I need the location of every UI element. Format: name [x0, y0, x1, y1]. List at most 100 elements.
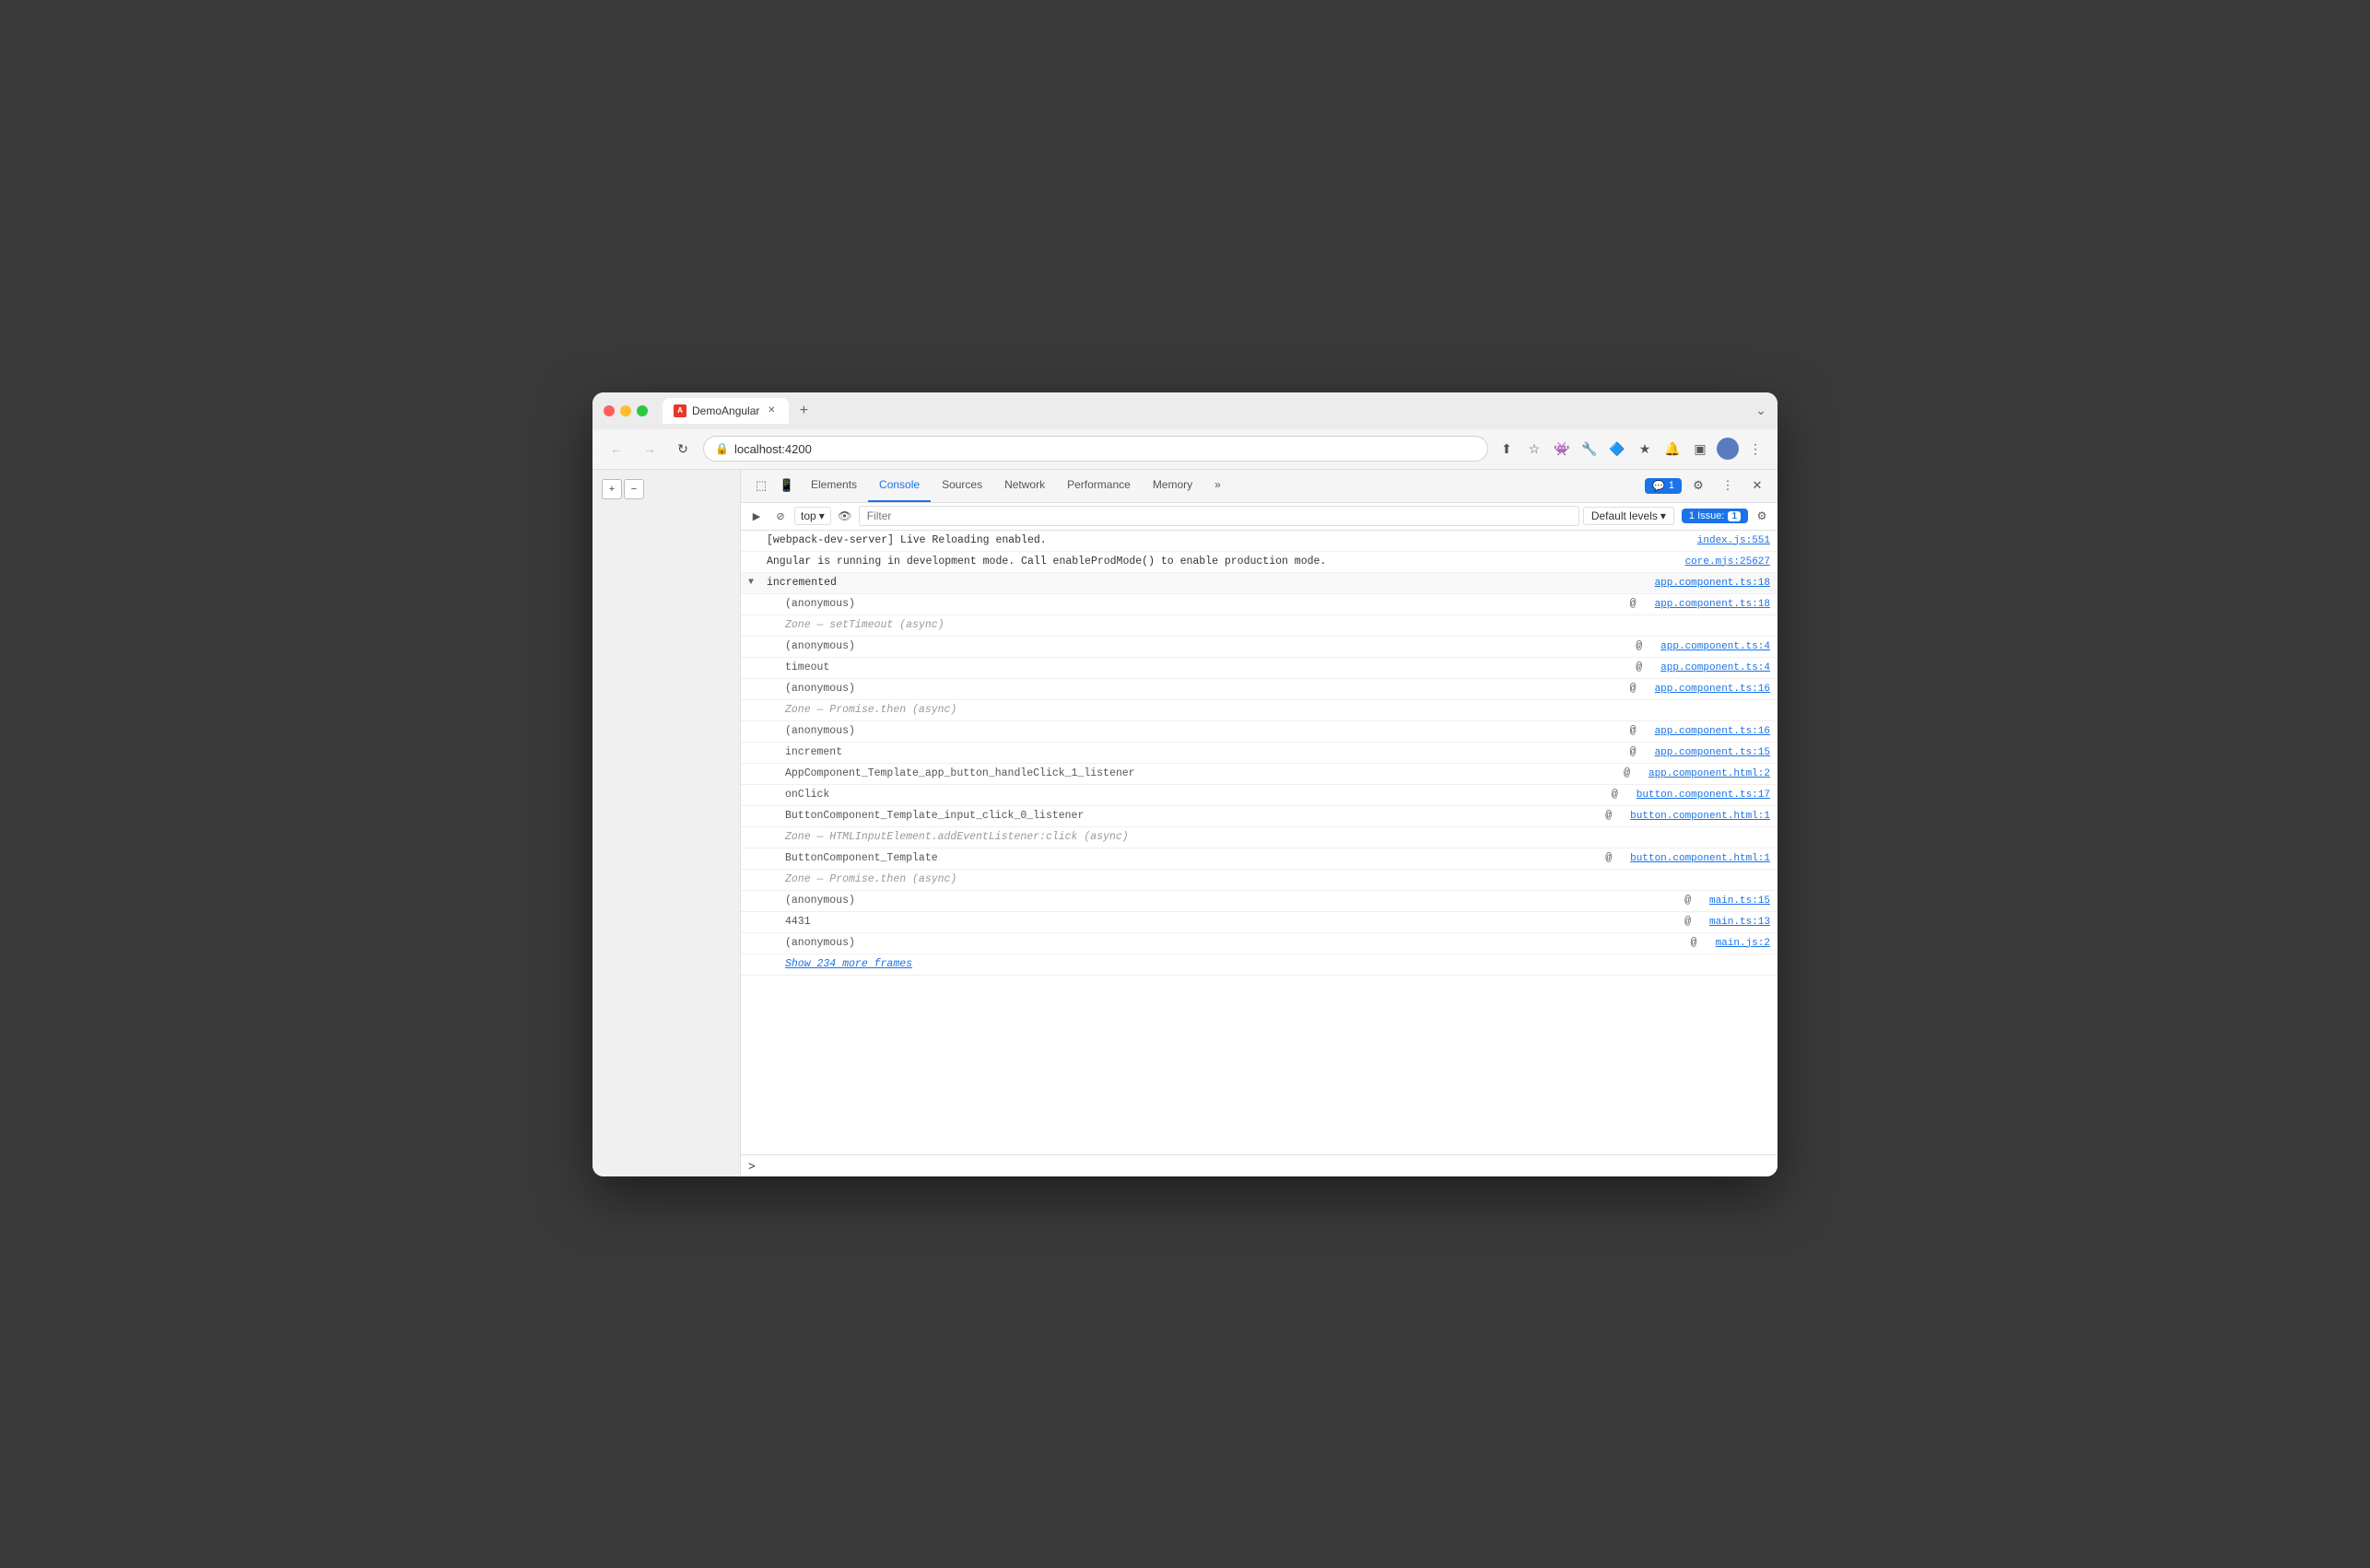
at-symbol: @: [1684, 914, 1691, 930]
stack-frame-text: (anonymous): [785, 638, 1632, 655]
browser-window: A DemoAngular ✕ + ⌄ ← → ↻ 🔒 localhost:42…: [592, 392, 1778, 1176]
stack-frame-text: (anonymous): [785, 935, 1687, 952]
stack-frame-source[interactable]: button.component.html:1: [1630, 808, 1770, 825]
console-prompt: >: [748, 1159, 756, 1173]
stack-frame-source[interactable]: main.js:2: [1716, 935, 1770, 952]
tab-memory[interactable]: Memory: [1142, 470, 1203, 503]
async-text: Zone — Promise.then (async): [785, 872, 1770, 888]
stack-frame-text: timeout: [785, 660, 1632, 676]
tab-console[interactable]: Console: [868, 470, 931, 503]
default-levels-button[interactable]: Default levels ▾: [1583, 507, 1674, 525]
minimize-window-button[interactable]: [620, 405, 631, 416]
console-line-source[interactable]: index.js:551: [1697, 532, 1770, 549]
more-icon[interactable]: ⋮: [1744, 438, 1766, 460]
stack-frame-source[interactable]: app.component.ts:18: [1655, 596, 1770, 613]
console-input[interactable]: [763, 1159, 1770, 1172]
tab-more[interactable]: »: [1203, 470, 1232, 503]
stack-frame-source[interactable]: app.component.ts:16: [1655, 681, 1770, 697]
back-button[interactable]: ←: [604, 436, 629, 462]
show-more-link[interactable]: Show 234 more frames: [785, 956, 912, 973]
extension5-icon[interactable]: 🔔: [1661, 438, 1684, 460]
content-area: + − ⬚ 📱 Elements Console Sources Network…: [592, 470, 1778, 1176]
console-line-expand[interactable]: ▼ incremented app.component.ts:18: [741, 573, 1778, 594]
devtools-settings-button[interactable]: ⚙: [1685, 473, 1711, 498]
stack-frame-source[interactable]: main.ts:13: [1709, 914, 1770, 930]
new-tab-button[interactable]: +: [792, 400, 815, 422]
at-symbol: @: [1630, 596, 1637, 613]
execute-button[interactable]: ▶: [746, 506, 767, 526]
reload-button[interactable]: ↻: [670, 436, 696, 462]
show-more-frames[interactable]: Show 234 more frames: [741, 954, 1778, 976]
at-symbol: @: [1612, 787, 1618, 803]
stack-frame-source[interactable]: button.component.html:1: [1630, 850, 1770, 867]
console-stack-frame: ButtonComponent_Template_input_click_0_l…: [741, 806, 1778, 827]
tab-favicon: A: [674, 404, 686, 417]
stack-frame-text: onClick: [785, 787, 1608, 803]
page-plus-button[interactable]: +: [602, 479, 622, 499]
tab-close-button[interactable]: ✕: [765, 404, 778, 417]
stack-frame-text: (anonymous): [785, 893, 1681, 909]
page-minus-button[interactable]: −: [624, 479, 644, 499]
console-line: [webpack-dev-server] Live Reloading enab…: [741, 531, 1778, 552]
traffic-lights: [604, 405, 648, 416]
tab-network[interactable]: Network: [993, 470, 1056, 503]
profile-icon[interactable]: [1717, 438, 1739, 460]
console-stack-frame: (anonymous) @ app.component.ts:18: [741, 594, 1778, 615]
issues-badge[interactable]: 💬 1: [1645, 478, 1682, 494]
extension2-icon[interactable]: 🔧: [1578, 438, 1601, 460]
stack-frame-text: (anonymous): [785, 596, 1626, 613]
issues-badge-toolbar[interactable]: 1 Issue: 1: [1682, 509, 1748, 523]
page-area: + −: [592, 470, 740, 1176]
console-stack-frame: increment @ app.component.ts:15: [741, 743, 1778, 764]
device-toolbar-button[interactable]: 📱: [774, 473, 800, 498]
issues-count: 1: [1728, 511, 1741, 521]
console-stack-frame: (anonymous) @ app.component.ts:16: [741, 679, 1778, 700]
chevron-down-icon[interactable]: ⌄: [1755, 403, 1766, 418]
console-line-source[interactable]: core.mjs:25627: [1685, 554, 1770, 570]
share-icon[interactable]: ⬆: [1496, 438, 1518, 460]
stack-frame-source[interactable]: main.ts:15: [1709, 893, 1770, 909]
stack-frame-text: ButtonComponent_Template_input_click_0_l…: [785, 808, 1602, 825]
clear-console-button[interactable]: ⊘: [770, 506, 791, 526]
close-window-button[interactable]: [604, 405, 615, 416]
stack-frame-source[interactable]: app.component.ts:15: [1655, 744, 1770, 761]
eye-icon-button[interactable]: 👁: [835, 506, 855, 526]
frame-selector[interactable]: top ▾: [794, 507, 831, 525]
stack-frame-source[interactable]: button.component.ts:17: [1637, 787, 1770, 803]
bookmark-icon[interactable]: ☆: [1523, 438, 1545, 460]
inspect-element-button[interactable]: ⬚: [748, 473, 774, 498]
extension3-icon[interactable]: 🔷: [1606, 438, 1628, 460]
stack-frame-text: ButtonComponent_Template: [785, 850, 1602, 867]
filter-input[interactable]: [859, 506, 1579, 526]
devtools-more-button[interactable]: ⋮: [1715, 473, 1741, 498]
stack-frame-source[interactable]: app.component.ts:16: [1655, 723, 1770, 740]
address-bar: ← → ↻ 🔒 localhost:4200 ⬆ ☆ 👾 🔧 🔷 ★ 🔔 ▣ ⋮: [592, 429, 1778, 470]
tab-elements[interactable]: Elements: [800, 470, 868, 503]
async-text: Zone — Promise.then (async): [785, 702, 1770, 719]
address-icons: ⬆ ☆ 👾 🔧 🔷 ★ 🔔 ▣ ⋮: [1496, 438, 1766, 460]
sidebar-icon[interactable]: ▣: [1689, 438, 1711, 460]
forward-button[interactable]: →: [637, 436, 663, 462]
at-symbol: @: [1630, 744, 1637, 761]
maximize-window-button[interactable]: [637, 405, 648, 416]
console-stack-frame: timeout @ app.component.ts:4: [741, 658, 1778, 679]
stack-frame-source[interactable]: app.component.html:2: [1648, 766, 1770, 782]
at-symbol: @: [1691, 935, 1697, 952]
browser-tab-active[interactable]: A DemoAngular ✕: [663, 398, 789, 424]
console-stack-frame: (anonymous) @ main.js:2: [741, 933, 1778, 954]
console-input-line: >: [741, 1154, 1778, 1176]
devtools-tabs-right: 💬 1 ⚙ ⋮ ✕: [1645, 473, 1770, 498]
url-bar[interactable]: 🔒 localhost:4200: [703, 436, 1488, 462]
tab-bar: A DemoAngular ✕ +: [663, 398, 1748, 424]
console-line-source[interactable]: app.component.ts:18: [1655, 575, 1770, 591]
console-settings-button[interactable]: ⚙: [1752, 506, 1772, 526]
extension4-icon[interactable]: ★: [1634, 438, 1656, 460]
console-stack-frame: (anonymous) @ app.component.ts:4: [741, 637, 1778, 658]
extension-icon[interactable]: 👾: [1551, 438, 1573, 460]
stack-frame-source[interactable]: app.component.ts:4: [1660, 660, 1770, 676]
stack-frame-text: (anonymous): [785, 681, 1626, 697]
devtools-close-button[interactable]: ✕: [1744, 473, 1770, 498]
stack-frame-source[interactable]: app.component.ts:4: [1660, 638, 1770, 655]
tab-performance[interactable]: Performance: [1056, 470, 1142, 503]
tab-sources[interactable]: Sources: [931, 470, 993, 503]
